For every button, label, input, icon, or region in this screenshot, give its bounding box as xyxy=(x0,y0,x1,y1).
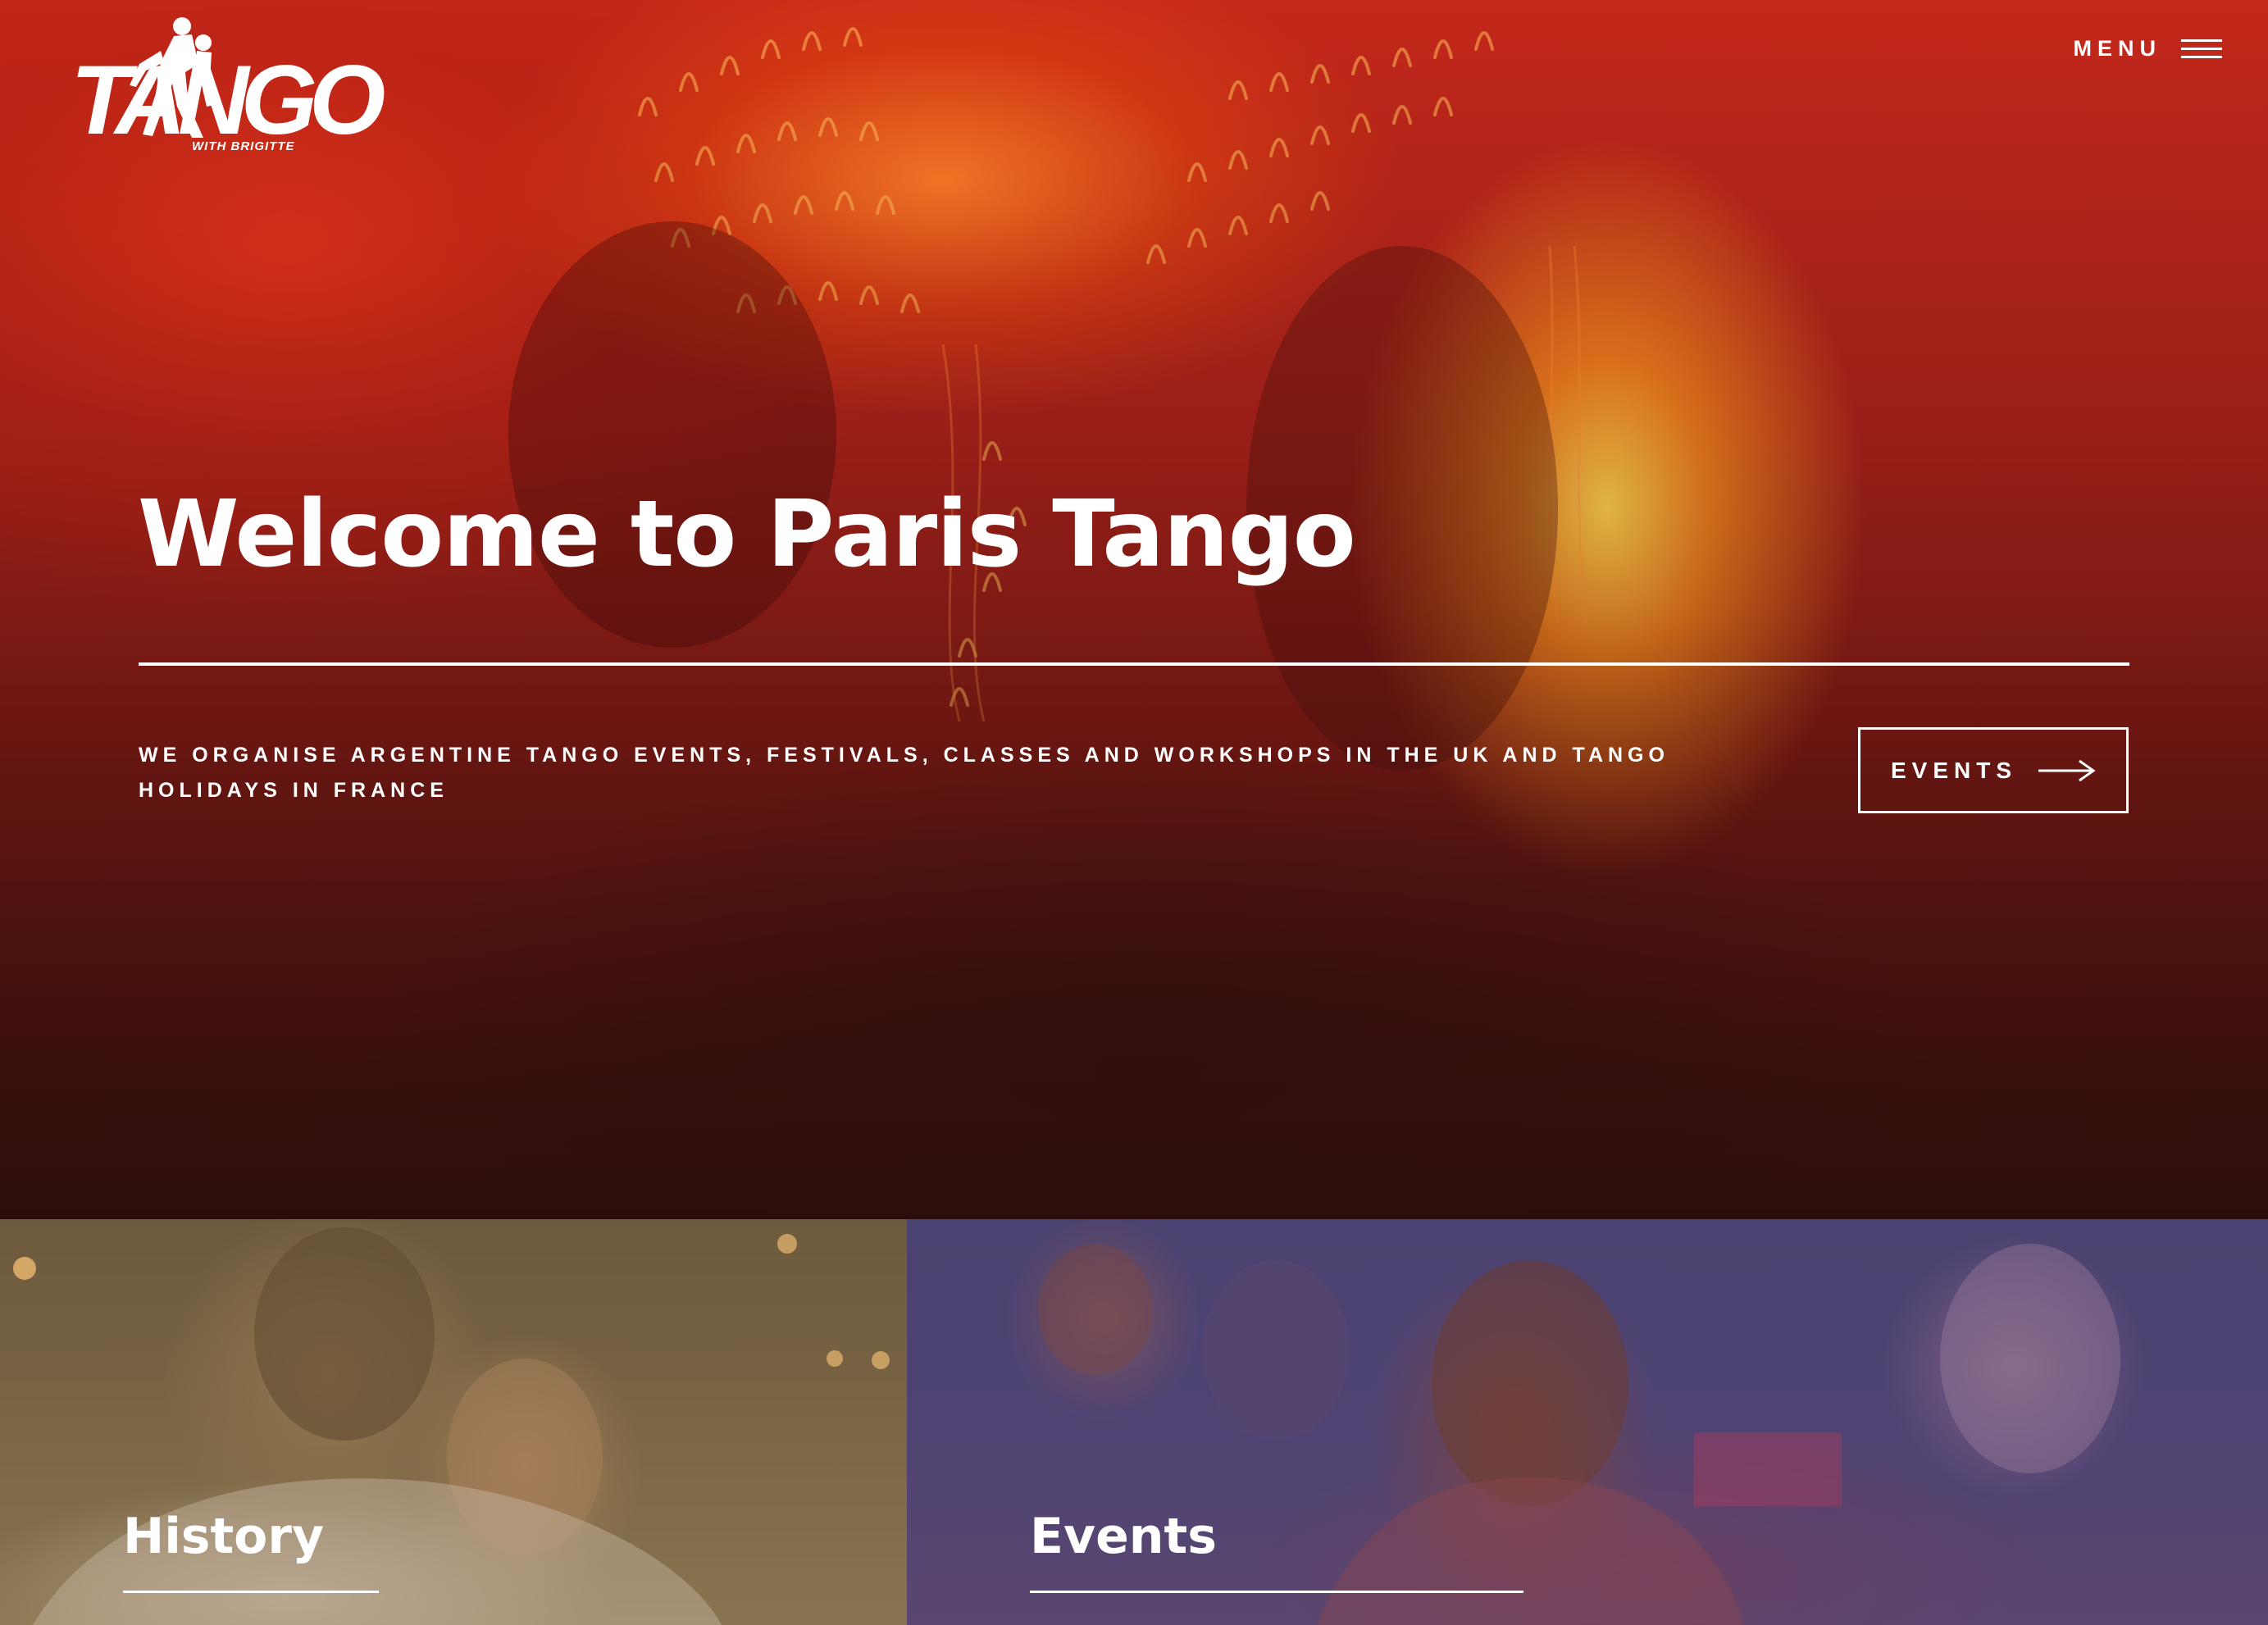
hero-divider xyxy=(139,662,2129,666)
hero-title: Welcome to Paris Tango xyxy=(138,481,1356,588)
hero-section: TANGO WITH BRIGITTE MENU Welcome to Pari… xyxy=(0,0,2268,1219)
events-cta-button[interactable]: EVENTS xyxy=(1858,727,2129,813)
history-card[interactable]: History xyxy=(0,1219,907,1625)
hero-tagline: WE ORGANISE ARGENTINE TANGO EVENTS, FEST… xyxy=(139,744,1669,802)
events-cta-label: EVENTS xyxy=(1890,757,2018,783)
menu-button[interactable]: MENU xyxy=(2073,36,2222,61)
logo-tagline: WITH BRIGITTE xyxy=(192,139,295,153)
history-card-title: History xyxy=(123,1508,325,1565)
site-logo[interactable]: TANGO WITH BRIGITTE xyxy=(71,15,385,155)
hamburger-icon xyxy=(2181,39,2222,59)
events-card-title: Events xyxy=(1030,1508,1217,1565)
events-card[interactable]: Events xyxy=(907,1219,2268,1625)
menu-label: MENU xyxy=(2073,36,2161,61)
arrow-right-icon xyxy=(2038,759,2096,781)
hero-shade xyxy=(0,0,2268,1219)
events-card-divider xyxy=(1030,1591,1523,1593)
logo-wordmark: TANGO xyxy=(71,45,385,155)
history-card-divider xyxy=(123,1591,379,1593)
